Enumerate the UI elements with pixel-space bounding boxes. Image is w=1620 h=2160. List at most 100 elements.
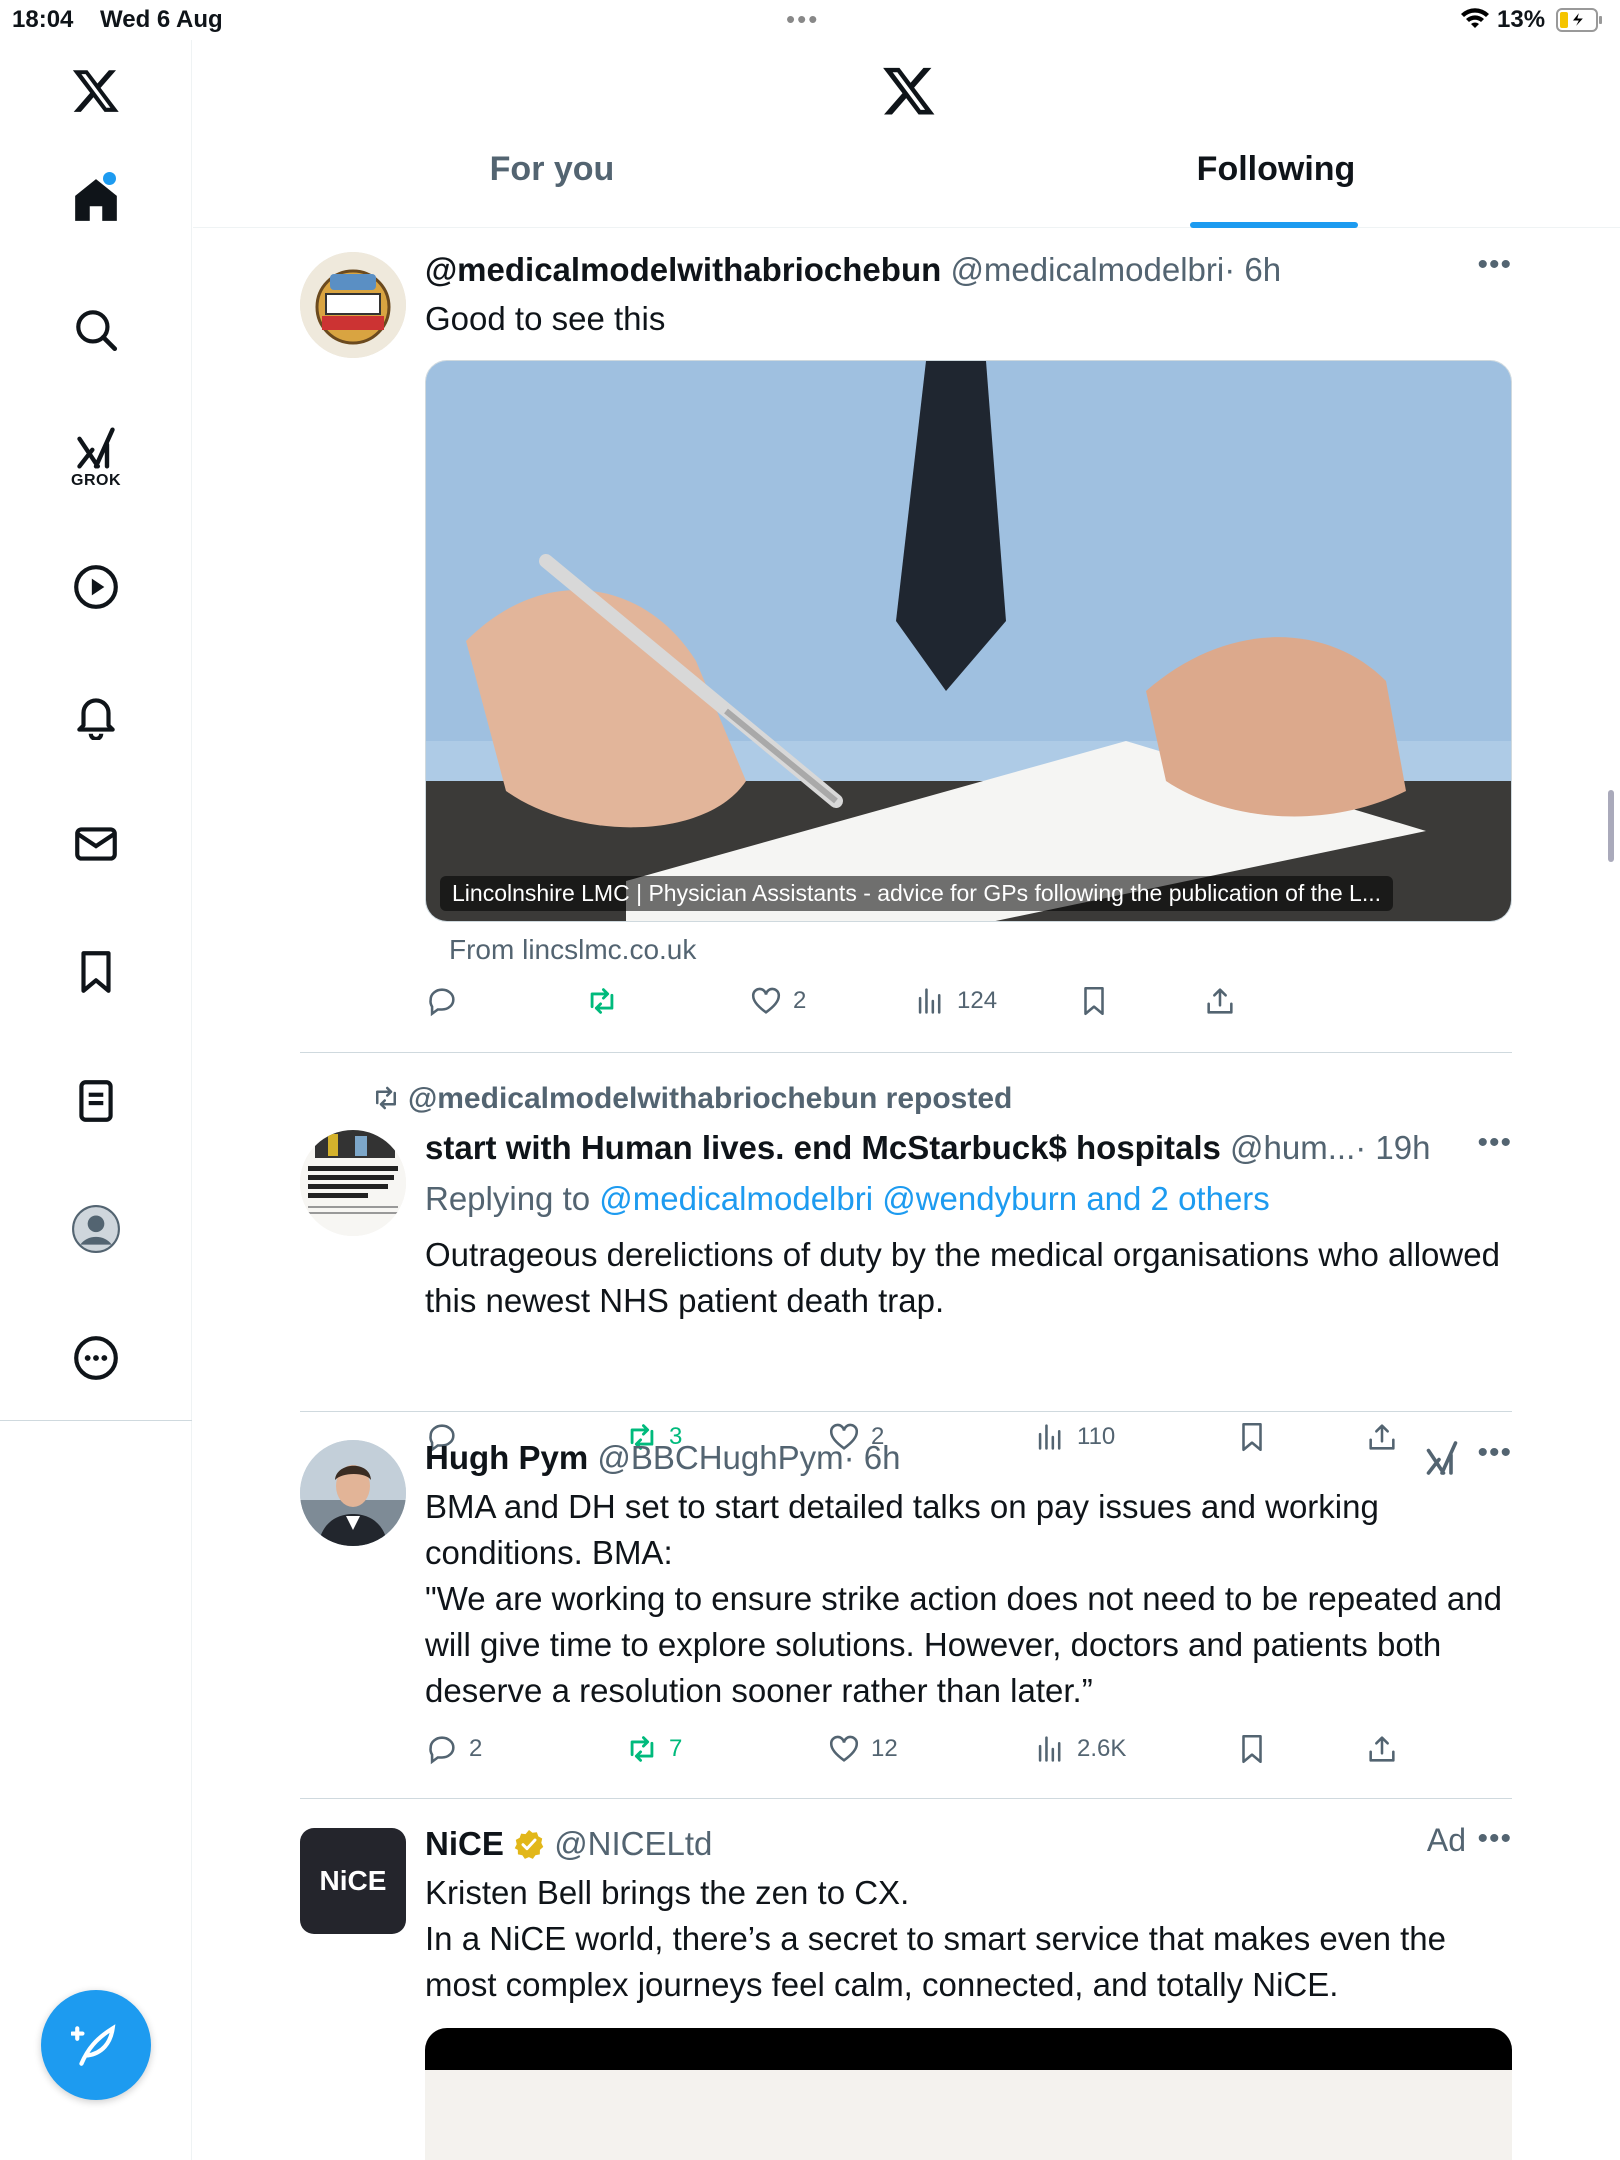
post-time[interactable]: · 19h (1355, 1129, 1430, 1166)
bookmark-button[interactable] (1077, 984, 1111, 1018)
post[interactable]: @medicalmodelwithabriochebun reposted st… (300, 1078, 1512, 1453)
author-handle[interactable]: @NICELtd (554, 1825, 712, 1862)
ad-video-media[interactable] (425, 2028, 1512, 2160)
reply-count: 2 (469, 1735, 483, 1762)
author-name[interactable]: Hugh Pym (425, 1439, 588, 1476)
grok-icon (77, 427, 115, 469)
views-chart-icon (918, 988, 941, 1014)
tab-for-you[interactable]: For you (471, 150, 633, 228)
post-time[interactable]: · 6h (844, 1439, 901, 1476)
like-count: 2 (793, 987, 807, 1014)
battery-charging-icon (1556, 8, 1602, 32)
post[interactable]: @medicalmodelwithabriochebun @medicalmod… (300, 248, 1512, 1038)
share-button[interactable] (1365, 1732, 1399, 1766)
post-time[interactable]: · 6h (1224, 251, 1281, 288)
sidebar-item-grok[interactable]: GROK (56, 418, 136, 498)
post-text-line: BMA and DH set to start detailed talks o… (425, 1488, 1379, 1571)
share-icon (1207, 988, 1233, 1014)
post-more-button[interactable]: ••• (1477, 1822, 1512, 1856)
like-button[interactable]: 12 (827, 1732, 898, 1766)
video-top-band (425, 2028, 1512, 2070)
search-icon (76, 310, 118, 352)
tab-label: For you (489, 150, 615, 188)
post-text: Good to see this (425, 300, 666, 337)
avatar[interactable] (300, 1130, 406, 1236)
author-handle[interactable]: @medicalmodelbri (950, 251, 1224, 288)
replying-to-users[interactable]: @medicalmodelbri @wendyburn and 2 others (599, 1180, 1270, 1217)
reply-icon (429, 1736, 455, 1765)
compose-post-button[interactable] (41, 1990, 151, 2100)
reply-button[interactable]: 2 (425, 1732, 482, 1766)
grok-icon[interactable] (1424, 1440, 1460, 1476)
sidebar-item-more[interactable] (56, 1318, 136, 1398)
author-name[interactable]: @medicalmodelwithabriochebun (425, 251, 941, 288)
post-actions: 2 124 (425, 984, 1512, 1024)
repost-button[interactable]: 7 (625, 1732, 682, 1766)
repost-icon (630, 1736, 654, 1762)
sidebar-divider (0, 1420, 192, 1421)
bookmark-icon (81, 951, 111, 993)
sidebar-x-logo[interactable] (56, 50, 136, 130)
replying-to-label: Replying to (425, 1180, 591, 1217)
sidebar-item-search[interactable] (56, 290, 136, 370)
heart-icon (751, 987, 781, 1014)
post-divider (300, 1798, 1512, 1799)
tab-following[interactable]: Following (1170, 150, 1382, 228)
heart-icon (829, 1735, 859, 1762)
more-circle-icon (74, 1336, 118, 1380)
x-logo-icon[interactable] (881, 62, 937, 118)
bookmark-icon (1242, 1734, 1262, 1764)
views-button[interactable]: 124 (913, 984, 997, 1018)
views-chart-icon (1038, 1736, 1061, 1762)
share-button[interactable] (1203, 984, 1237, 1018)
grok-label: GROK (71, 472, 121, 489)
avatar[interactable] (300, 1440, 406, 1546)
avatar[interactable]: NiCE (300, 1828, 406, 1934)
author-handle[interactable]: @hum... (1230, 1129, 1355, 1166)
post-header: @medicalmodelwithabriochebun @medicalmod… (425, 248, 1512, 292)
post-more-button[interactable]: ••• (1477, 1436, 1512, 1470)
author-name[interactable]: NiCE (425, 1825, 504, 1862)
like-button[interactable]: 2 (749, 984, 806, 1018)
sidebar-item-lists[interactable] (56, 1061, 136, 1141)
notification-dot (103, 172, 116, 185)
wifi-icon (1461, 8, 1489, 28)
scrollbar[interactable] (1608, 790, 1614, 862)
list-icon (79, 1080, 113, 1122)
verified-gold-badge-icon (514, 1830, 544, 1859)
repost-icon (590, 988, 614, 1014)
share-icon (1369, 1736, 1395, 1762)
link-card-source[interactable]: From lincslmc.co.uk (449, 934, 696, 966)
sidebar-item-notifications[interactable] (56, 675, 136, 755)
author-handle[interactable]: @BBCHughPym (597, 1439, 843, 1476)
avatar[interactable] (300, 252, 406, 358)
sidebar-item-videos[interactable] (56, 547, 136, 627)
reply-context: Replying to @medicalmodelbri @wendyburn … (425, 1176, 1512, 1222)
bookmark-button[interactable] (1235, 1732, 1269, 1766)
sidebar-item-profile[interactable] (56, 1189, 136, 1269)
repost-label[interactable]: @medicalmodelwithabriochebun reposted (408, 1082, 1012, 1115)
view-count: 2.6K (1077, 1735, 1127, 1762)
sidebar-item-bookmarks[interactable] (56, 932, 136, 1012)
reply-button[interactable] (425, 984, 469, 1018)
profile-avatar-icon (72, 1205, 120, 1253)
sidebar-item-messages[interactable] (56, 804, 136, 884)
compose-feather-icon (71, 2024, 116, 2066)
repost-icon (376, 1086, 396, 1110)
views-button[interactable]: 2.6K (1033, 1732, 1126, 1766)
post-more-button[interactable]: ••• (1477, 248, 1512, 282)
repost-button[interactable] (585, 984, 629, 1018)
post[interactable]: Hugh Pym @BBCHughPym· 6h ••• BMA and DH … (300, 1436, 1512, 1776)
post-text-line: "We are working to ensure strike action … (425, 1580, 1502, 1709)
link-card-image[interactable]: Lincolnshire LMC | Physician Assistants … (425, 360, 1512, 922)
post-more-button[interactable]: ••• (1477, 1126, 1512, 1160)
ad-post[interactable]: NiCE NiCE @NICELtd Ad ••• Kristen Bell b… (300, 1822, 1512, 2160)
post-header: start with Human lives. end McStarbuck$ … (425, 1126, 1512, 1170)
link-card-caption: Lincolnshire LMC | Physician Assistants … (440, 876, 1393, 911)
multitasking-dots-icon[interactable]: ••• (786, 4, 819, 35)
repost-context: @medicalmodelwithabriochebun reposted (370, 1082, 1012, 1118)
sidebar-item-home[interactable] (56, 160, 136, 240)
author-name[interactable]: start with Human lives. end McStarbuck$ … (425, 1129, 1221, 1166)
post-header: NiCE @NICELtd (425, 1822, 1512, 1866)
ad-label: Ad (1426, 1822, 1466, 1858)
